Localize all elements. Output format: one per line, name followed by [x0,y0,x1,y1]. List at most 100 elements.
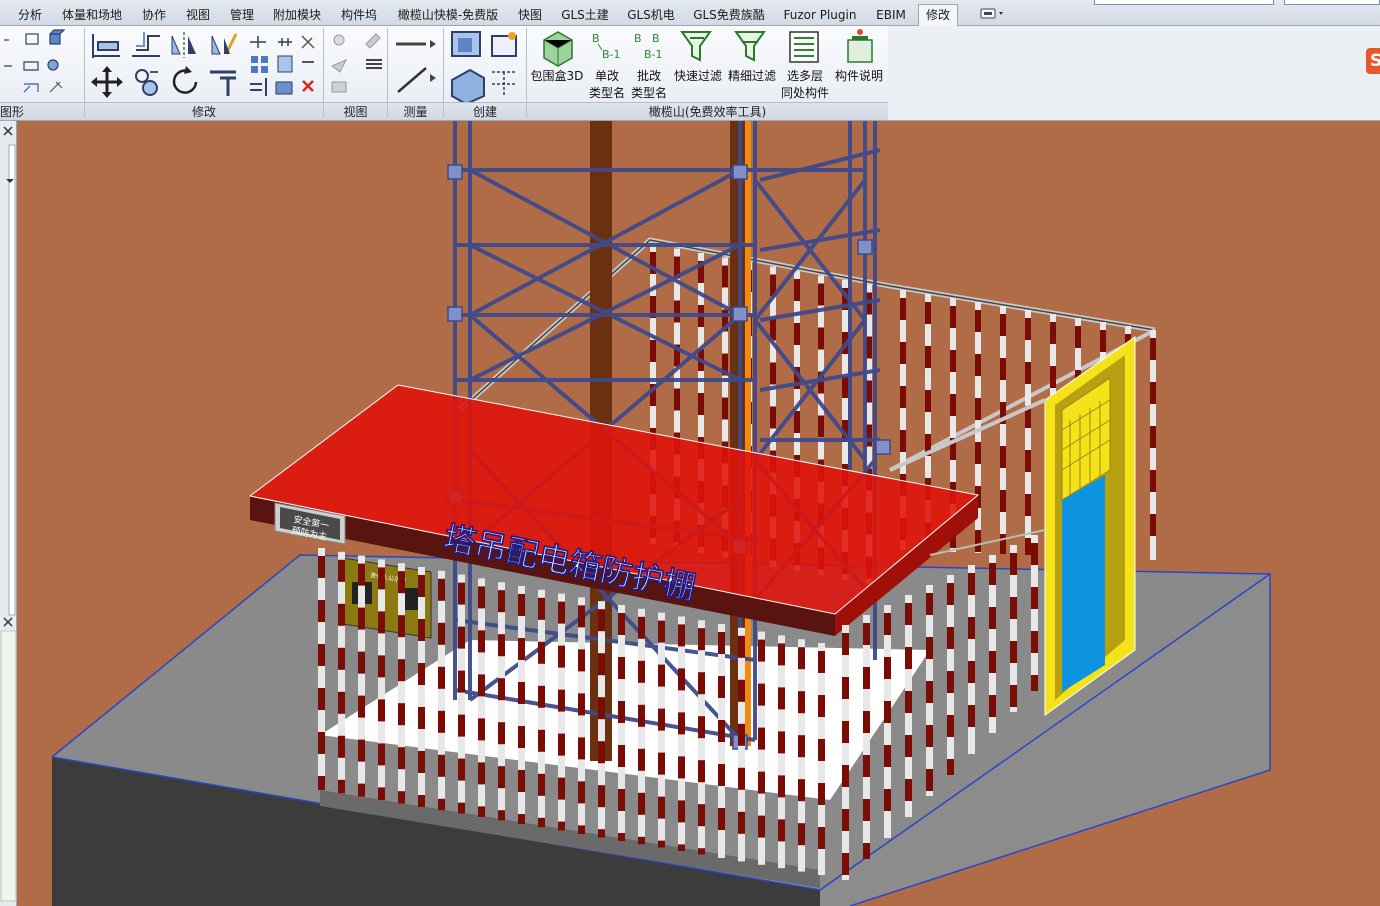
tab-gls-mep[interactable]: GLS机电 [622,5,680,25]
fence-post-stripe [947,671,954,693]
hammer-icon[interactable] [49,81,63,93]
svg-text:B: B [592,32,600,45]
close-icon[interactable] [3,617,13,627]
fence-post-stripe [558,645,565,668]
tab-modify[interactable]: 修改 [918,4,958,27]
fence-post-stripe [1150,426,1156,448]
cut-icon[interactable] [25,33,39,45]
ribbon-display-toggle[interactable] [976,6,1008,22]
component-notes-icon[interactable] [847,29,873,63]
fence-post-stripe [863,755,870,777]
array-icon[interactable] [251,56,268,73]
fence-post-stripe [1010,553,1017,575]
create-assembly-icon[interactable] [451,68,485,102]
fence-post-stripe [1010,597,1017,619]
tab-gls-quickmodel[interactable]: 橄榄山快模-免费版 [392,5,504,25]
fence-post-stripe [798,691,805,714]
access-door[interactable] [1044,336,1136,716]
fence-post-stripe [758,771,765,794]
fence-post-stripe [794,411,800,433]
split-gap-icon[interactable] [278,38,292,46]
fence-post-stripe [318,688,325,710]
fence-post-stripe [989,607,996,629]
tab-quickdraw[interactable]: 快图 [510,5,550,25]
trim-extend-icon[interactable] [210,70,236,96]
door-panel[interactable] [1062,475,1105,692]
tab-ebim[interactable]: EBIM [870,5,912,25]
bounding-box-3d-icon[interactable] [543,31,573,67]
login-field[interactable] [1284,0,1380,5]
hide-element-icon[interactable] [331,59,348,73]
fence-post-stripe [658,796,665,819]
properties-panel-collapsed[interactable] [0,121,17,906]
move-icon[interactable] [91,66,123,98]
svg-text:B-1: B-1 [602,48,621,61]
fence-post-stripe [738,635,745,658]
fence-post-stripe [925,302,931,324]
fence-post-stripe [900,298,906,320]
paint-icon[interactable] [49,29,66,45]
panel-label-gls-tools: 橄榄山(免费效率工具) [527,102,888,120]
tab-manage[interactable]: 管理 [222,5,262,25]
fence-post-stripe [678,668,685,691]
unpin-icon[interactable] [301,35,315,49]
split-face-icon[interactable] [4,61,39,71]
create-parts-icon[interactable] [451,31,481,57]
fence-post-stripe [398,747,405,770]
delete-icon[interactable] [302,80,314,92]
fence-post-stripe [498,810,505,821]
tab-gls-civil[interactable]: GLS土建 [556,5,614,25]
align-icon[interactable] [92,34,120,58]
fence-post-stripe [798,779,805,802]
fence-post-stripe [518,814,525,824]
3d-view-canvas[interactable]: 安全第一 预防为主 塔吊配电箱防护棚 责任人公示牌 [17,121,1380,906]
split-element-icon[interactable] [250,36,266,48]
wall-joins-icon[interactable] [23,83,39,93]
tab-component-dock[interactable]: 构件坞 [334,5,384,25]
tab-addins[interactable]: 附加模块 [268,5,326,25]
fence-post-stripe [778,731,785,754]
fence-post-stripe [498,590,505,613]
fence-post-stripe [398,791,405,804]
override-graphics-icon[interactable] [333,34,345,46]
scale-icon[interactable] [277,55,293,73]
quick-filter-icon[interactable] [680,31,712,62]
fence-post-stripe [905,691,912,713]
linework-icon[interactable] [365,33,381,49]
paint-view-icon[interactable] [331,81,347,93]
fence-post-stripe [538,817,545,828]
search-input[interactable] [1094,0,1274,5]
rotate-icon[interactable] [172,66,198,94]
fence-post-stripe [578,693,585,716]
multi-level-select-icon[interactable] [789,31,819,63]
mirror-axis-icon[interactable] [171,32,196,58]
ribbon-tab-bar: 分析 体量和场地 协作 视图 管理 附加模块 构件坞 橄榄山快模-免费版 快图 … [0,0,1380,27]
create-similar-icon[interactable] [492,71,516,96]
tab-massing-site[interactable]: 体量和场地 [56,5,128,25]
trim-single-icon[interactable] [275,81,293,95]
offset-icon[interactable] [132,32,160,57]
create-group-icon[interactable] [491,32,517,57]
trim-multiple-icon[interactable] [250,78,267,96]
mirror-draw-icon[interactable] [211,33,238,55]
fence-post-stripe [338,603,345,626]
tab-view[interactable]: 视图 [178,5,218,25]
tool-label: 精细过滤 [727,69,776,83]
copy-icon[interactable] [135,69,158,96]
tab-collaborate[interactable]: 协作 [134,5,174,25]
fine-filter-icon[interactable] [734,31,766,62]
tab-gls-family-library[interactable]: GLS免费族酷 [688,5,770,25]
fence-post-stripe [678,624,685,647]
fence-post-stripe [578,649,585,672]
demolish-icon[interactable] [47,59,59,71]
notice-board[interactable] [342,557,432,639]
visibility-icon[interactable] [366,59,382,69]
rename-batch-type-icon[interactable]: B BB-1 [634,32,663,61]
tab-fuzor-plugin[interactable]: Fuzor Plugin [778,5,862,25]
tab-analyze[interactable]: 分析 [10,5,50,25]
fence-post-stripe [618,789,625,811]
revit-window: 分析 体量和场地 协作 视图 管理 附加模块 构件坞 橄榄山快模-免费版 快图 … [0,0,1380,906]
aligned-dimension-icon[interactable] [397,67,427,93]
rename-single-type-icon[interactable]: BB-1 [592,32,621,61]
close-icon[interactable] [3,126,13,136]
